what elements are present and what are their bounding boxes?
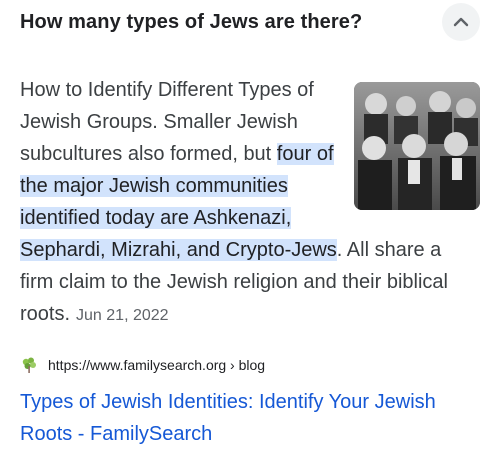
answer-intro: How to Identify Different Types of Jewis… [20,79,314,165]
question-text[interactable]: How many types of Jews are there? [20,11,362,34]
group-photo-image [354,82,480,210]
source-url[interactable]: https://www.familysearch.org › blog [48,357,265,373]
chevron-up-icon [453,17,469,27]
source-row[interactable]: https://www.familysearch.org › blog [20,354,265,376]
answer-date: Jun 21, 2022 [76,307,169,324]
answer-snippet: How to Identify Different Types of Jewis… [20,74,480,332]
question-header[interactable]: How many types of Jews are there? [20,0,480,44]
answer-thumbnail[interactable] [354,82,480,210]
familysearch-tree-icon [22,357,36,373]
collapse-button[interactable] [442,3,480,41]
result-title-link[interactable]: Types of Jewish Identities: Identify You… [20,386,480,450]
